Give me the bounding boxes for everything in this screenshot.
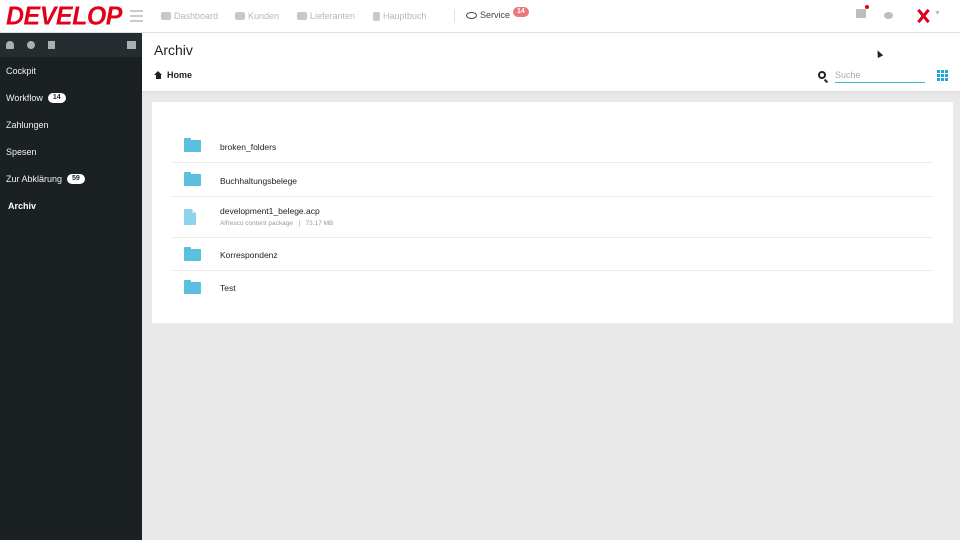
nav-kunden-label: Kunden [248, 11, 280, 21]
folder-icon [184, 138, 201, 152]
folder-icon [184, 172, 201, 186]
item-name[interactable]: Korrespondenz [220, 250, 278, 260]
item-size: 73.17 MB [305, 220, 334, 227]
sidebar-item-label: Archiv [8, 201, 37, 211]
top-bar: DEVELOP Dashboard Kunden Lieferanten Hau… [0, 0, 960, 33]
nav-dashboard-label: Dashboard [174, 11, 219, 21]
workflow-badge: 14 [47, 93, 66, 103]
dashboard-icon [161, 12, 171, 20]
sidebar-item-label: Workflow [6, 93, 43, 103]
nav-service[interactable]: Service 14 [466, 7, 529, 20]
eye-icon [466, 11, 477, 19]
sidebar-item-zahlungen[interactable]: Zahlungen [6, 120, 49, 130]
sidebar-item-archiv[interactable]: Archiv [8, 201, 36, 211]
sidebar-item-label: Spesen [6, 147, 37, 157]
notification-dot [865, 5, 869, 9]
list-item[interactable]: Buchhaltungsbelege [172, 163, 933, 197]
grid-view-icon[interactable] [937, 70, 948, 81]
sidebar-item-zur-abklaerung[interactable]: Zur Abklärung 59 [6, 174, 85, 184]
nav-divider [454, 9, 455, 23]
nav-dashboard[interactable]: Dashboard [161, 11, 218, 21]
book-icon[interactable] [48, 41, 55, 49]
hamburger-menu-icon[interactable] [130, 10, 143, 22]
gear-icon[interactable] [27, 41, 35, 49]
item-name[interactable]: Test [220, 283, 236, 293]
gift-icon[interactable] [856, 9, 866, 18]
nav-hauptbuch[interactable]: Hauptbuch [373, 11, 427, 21]
sidebar-item-cockpit[interactable]: Cockpit [6, 66, 36, 76]
sidebar-item-workflow[interactable]: Workflow 14 [6, 93, 66, 103]
breadcrumb-label: Home [167, 70, 193, 80]
list-item[interactable]: broken_folders [172, 129, 933, 163]
nav-kunden[interactable]: Kunden [235, 11, 279, 21]
sidebar-toolbar [0, 33, 142, 57]
nav-hauptbuch-label: Hauptbuch [383, 11, 427, 21]
page-title: Archiv [154, 42, 193, 58]
item-kind: Alfresco content package [220, 220, 293, 227]
item-meta: Alfresco content package | 73.17 MB [220, 220, 333, 227]
list-item[interactable]: development1_belege.acp Alfresco content… [172, 197, 933, 238]
list-icon[interactable] [127, 41, 136, 49]
item-name[interactable]: Buchhaltungsbelege [220, 176, 297, 186]
sidebar: Cockpit Workflow 14 Zahlungen Spesen Zur… [0, 33, 142, 540]
breadcrumb-home[interactable]: Home [154, 70, 192, 80]
chevron-down-icon[interactable]: ▼ [934, 10, 941, 17]
sidebar-item-spesen[interactable]: Spesen [6, 147, 37, 157]
item-name[interactable]: broken_folders [220, 142, 276, 152]
sidebar-item-label: Zahlungen [6, 120, 49, 130]
list-item[interactable]: Test [172, 271, 933, 305]
nav-lieferanten[interactable]: Lieferanten [297, 11, 355, 21]
sidebar-item-label: Cockpit [6, 66, 37, 76]
page-header: Archiv Home [142, 33, 960, 91]
book-icon [373, 11, 380, 21]
home-icon [154, 71, 163, 79]
meta-separator: | [294, 220, 304, 227]
bell-icon[interactable] [6, 41, 14, 49]
nav-lieferanten-label: Lieferanten [310, 11, 356, 21]
users-icon [235, 12, 245, 20]
nav-service-label: Service [480, 10, 511, 20]
file-icon [184, 209, 196, 225]
search-input[interactable] [835, 67, 925, 83]
folder-icon [184, 280, 201, 294]
file-list-card: broken_folders Buchhaltungsbelege develo… [152, 102, 953, 323]
user-avatar-icon[interactable] [916, 8, 930, 24]
folder-icon [184, 247, 201, 261]
sidebar-item-label: Zur Abklärung [6, 174, 63, 184]
item-name[interactable]: development1_belege.acp [220, 206, 320, 216]
chat-icon[interactable] [884, 12, 893, 19]
list-item[interactable]: Korrespondenz [172, 238, 933, 271]
service-badge: 14 [513, 7, 529, 17]
search-icon[interactable] [818, 71, 826, 79]
truck-icon [297, 12, 307, 20]
abklaerung-badge: 59 [67, 174, 85, 184]
develop-logo[interactable]: DEVELOP [6, 2, 122, 29]
